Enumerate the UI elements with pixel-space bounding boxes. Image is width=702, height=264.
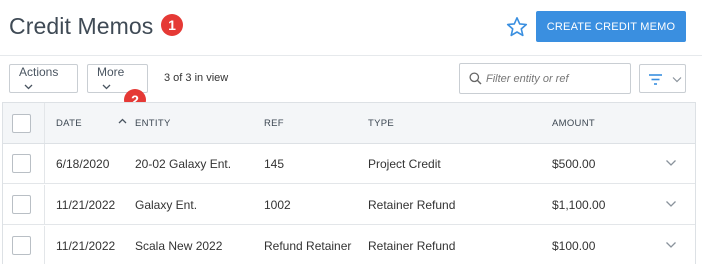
row-select-cell: [3, 226, 45, 264]
annotation-badge-1: 1: [161, 14, 183, 36]
star-icon[interactable]: [505, 15, 529, 39]
table-header: DATE ENTITY REF TYPE AMOUNT: [3, 103, 695, 144]
row-type: Project Credit: [368, 157, 441, 171]
header-divider: [0, 55, 702, 56]
row-amount: $100.00: [552, 239, 596, 253]
column-header-date[interactable]: DATE: [56, 118, 82, 129]
row-amount: $1,100.00: [552, 198, 606, 212]
row-type: Retainer Refund: [368, 198, 456, 212]
row-checkbox[interactable]: [12, 195, 31, 214]
more-dropdown-button[interactable]: More: [87, 64, 148, 93]
row-type: Retainer Refund: [368, 239, 456, 253]
row-entity: Scala New 2022: [135, 239, 223, 253]
view-count: 3 of 3 in view: [164, 72, 229, 84]
select-all-checkbox[interactable]: [12, 114, 31, 133]
row-date: 6/18/2020: [56, 157, 110, 171]
column-header-amount[interactable]: AMOUNT: [552, 118, 595, 129]
row-select-cell: [3, 185, 45, 224]
sort-ascending-icon[interactable]: [118, 118, 127, 124]
filter-lines-icon: [649, 74, 662, 85]
chevron-down-icon: [672, 77, 682, 83]
row-ref: 1002: [264, 198, 291, 212]
chevron-down-icon[interactable]: [665, 200, 677, 208]
row-entity: Galaxy Ent.: [135, 198, 198, 212]
page-title: Credit Memos: [9, 13, 154, 39]
chevron-down-icon: [102, 84, 111, 90]
row-ref: 145: [264, 157, 285, 171]
row-entity: 20-02 Galaxy Ent.: [135, 157, 232, 171]
column-header-entity[interactable]: ENTITY: [135, 118, 171, 129]
chevron-down-icon[interactable]: [665, 241, 677, 249]
row-date: 11/21/2022: [56, 198, 116, 212]
filter-button[interactable]: [639, 64, 670, 93]
row-checkbox[interactable]: [12, 236, 31, 255]
chevron-down-icon: [24, 84, 33, 90]
more-label: More: [97, 65, 125, 79]
column-header-type[interactable]: TYPE: [368, 118, 394, 129]
row-select-cell: [3, 144, 45, 183]
table-row[interactable]: 11/21/2022 Scala New 2022 Refund Retaine…: [3, 226, 695, 264]
table-row[interactable]: 11/21/2022 Galaxy Ent. 1002 Retainer Ref…: [3, 185, 695, 225]
actions-label: Actions: [19, 65, 59, 79]
row-amount: $500.00: [552, 157, 596, 171]
actions-dropdown-button[interactable]: Actions: [9, 64, 78, 93]
filter-input[interactable]: [486, 70, 626, 88]
row-ref: Refund Retainer: [264, 239, 352, 253]
row-checkbox[interactable]: [12, 154, 31, 173]
filter-options-toggle[interactable]: [669, 64, 686, 93]
filter-field[interactable]: [459, 63, 631, 94]
chevron-down-icon[interactable]: [665, 159, 677, 167]
create-credit-memo-button[interactable]: CREATE CREDIT MEMO: [536, 11, 686, 42]
table-row[interactable]: 6/18/2020 20-02 Galaxy Ent. 145 Project …: [3, 144, 695, 184]
select-all-cell: [3, 103, 45, 143]
credit-memos-table: DATE ENTITY REF TYPE AMOUNT 6/18/2020 20…: [2, 102, 696, 264]
search-icon: [469, 72, 482, 85]
column-header-ref[interactable]: REF: [264, 118, 284, 129]
row-date: 11/21/2022: [56, 239, 116, 253]
